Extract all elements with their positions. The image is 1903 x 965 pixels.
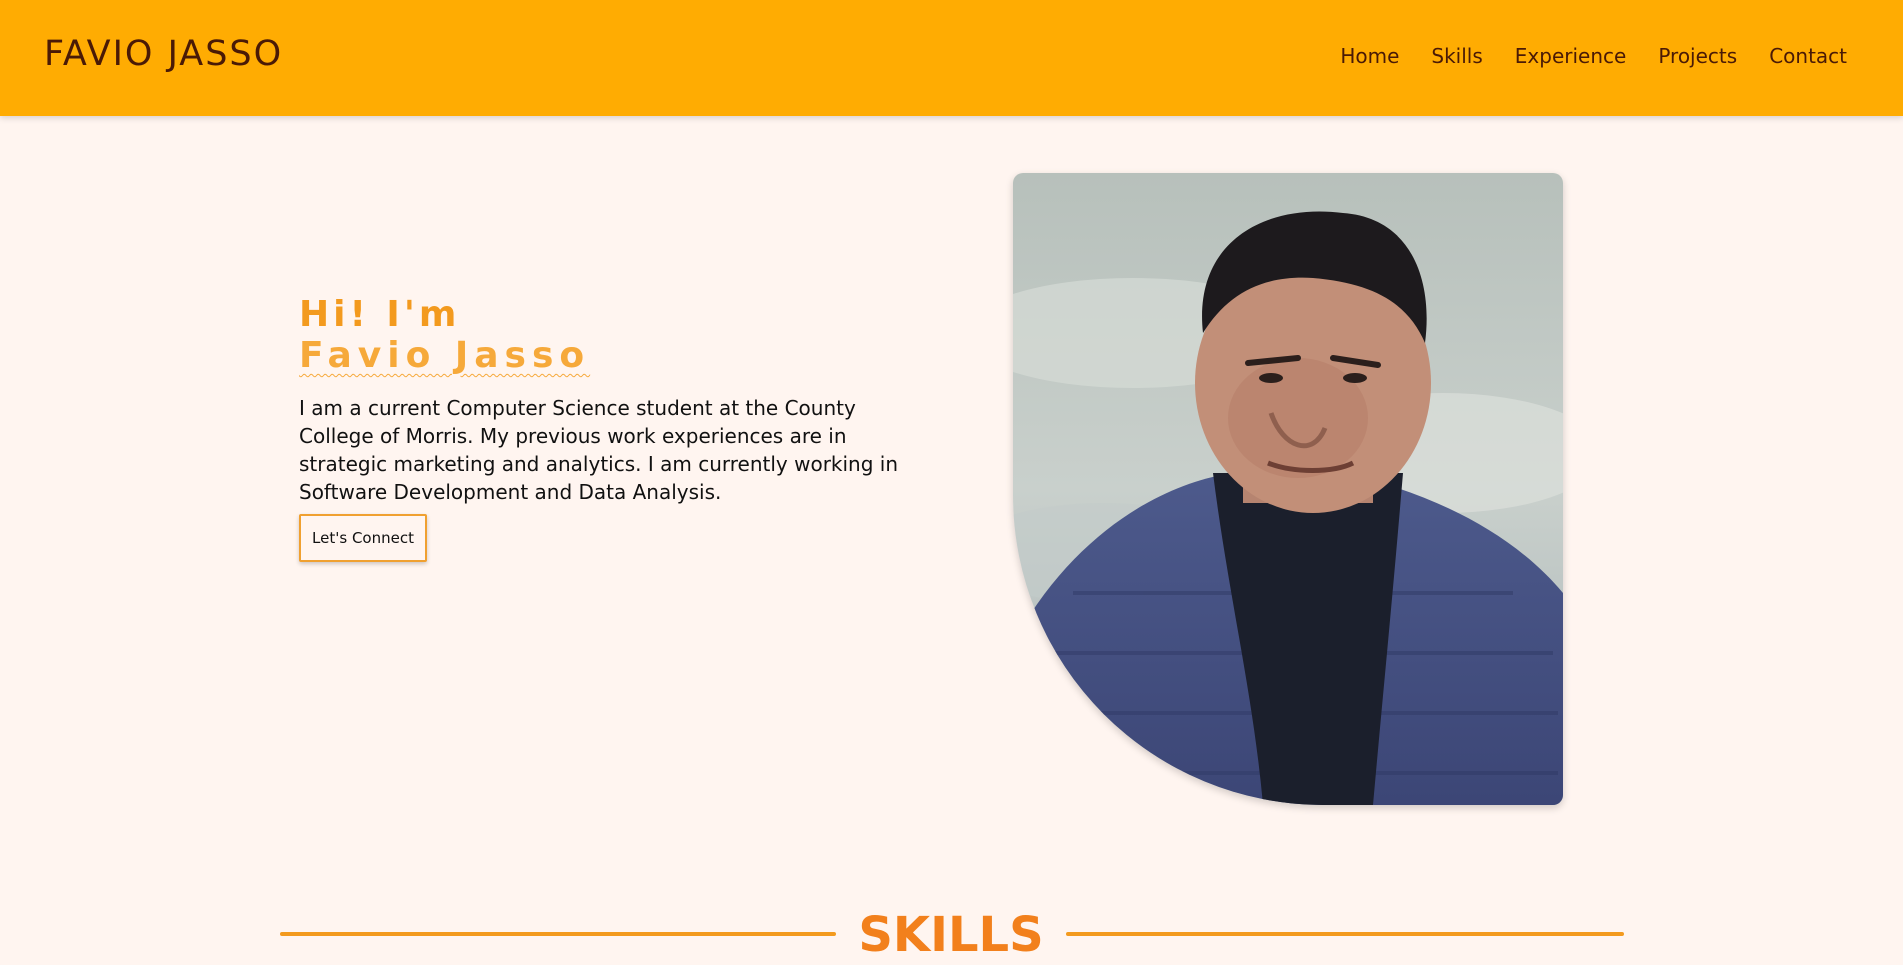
hero-greeting: Hi! I'm [299,294,461,335]
hero-bio: I am a current Computer Science student … [299,396,899,504]
skills-divider-right [1066,932,1624,936]
nav-home[interactable]: Home [1340,44,1399,68]
skills-heading: SKILLS [858,907,1044,963]
profile-photo [1013,173,1563,805]
site-brand[interactable]: FAVIO JASSO [44,34,283,74]
main-nav: Home Skills Experience Projects Contact [1340,44,1847,68]
nav-experience[interactable]: Experience [1515,44,1627,68]
hero-name: Favio Jasso [299,335,591,376]
hero-intro: Hi! I'm Favio Jasso I am a current Compu… [299,294,919,562]
nav-contact[interactable]: Contact [1769,44,1847,68]
profile-photo-image [1013,173,1563,805]
skills-divider-left [280,932,836,936]
nav-skills[interactable]: Skills [1431,44,1482,68]
nav-projects[interactable]: Projects [1658,44,1737,68]
lets-connect-button[interactable]: Let's Connect [299,514,427,562]
site-header: FAVIO JASSO Home Skills Experience Proje… [0,0,1903,116]
